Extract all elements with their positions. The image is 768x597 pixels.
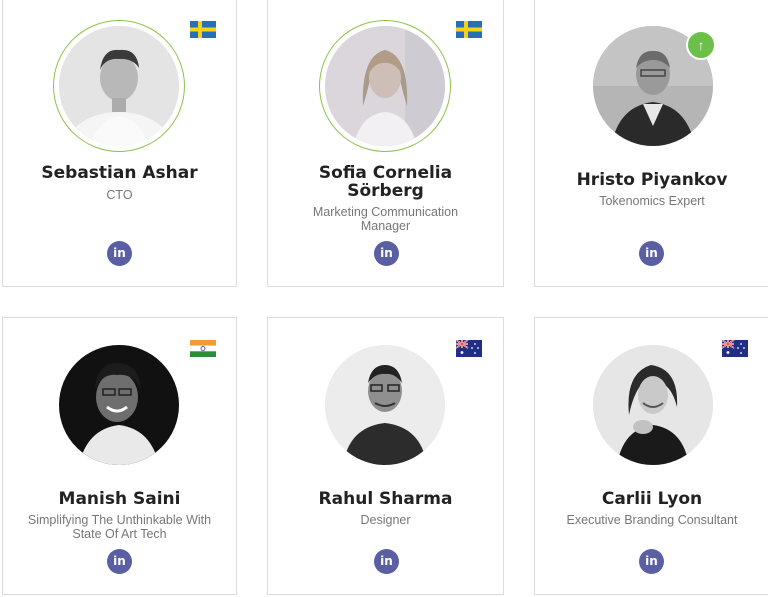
member-name: Sofia Cornelia Sörberg	[318, 163, 453, 201]
team-card: ↑ Hristo Piyankov Tokenomics Expert in	[534, 0, 768, 287]
member-role: Executive Branding Consultant	[566, 513, 738, 527]
sweden-flag-icon	[190, 21, 216, 38]
up-arrow-icon[interactable]: ↑	[686, 30, 716, 60]
team-card: Sebastian Ashar CTO in	[2, 0, 237, 287]
avatar	[59, 345, 179, 465]
linkedin-icon[interactable]: in	[374, 549, 399, 574]
member-name: Manish Saini	[58, 489, 181, 509]
member-role: Simplifying The Unthinkable With State O…	[27, 513, 212, 541]
member-name: Sebastian Ashar	[41, 163, 198, 183]
member-name: Rahul Sharma	[318, 489, 453, 509]
member-name: Hristo Piyankov	[576, 170, 728, 190]
india-flag-icon	[190, 340, 216, 357]
avatar	[593, 345, 713, 465]
member-role: Tokenomics Expert	[599, 194, 705, 208]
team-card: Sofia Cornelia Sörberg Marketing Communi…	[267, 0, 504, 287]
sweden-flag-icon	[456, 21, 482, 38]
member-role: Marketing Communication Manager	[312, 205, 459, 233]
linkedin-icon[interactable]: in	[639, 549, 664, 574]
avatar	[325, 345, 445, 465]
australia-flag-icon	[722, 340, 748, 357]
member-role: Designer	[360, 513, 411, 527]
linkedin-icon[interactable]: in	[107, 549, 132, 574]
member-name: Carlii Lyon	[601, 489, 703, 509]
australia-flag-icon	[456, 340, 482, 357]
team-card: Rahul Sharma Designer in	[267, 317, 504, 595]
linkedin-icon[interactable]: in	[374, 241, 399, 266]
linkedin-icon[interactable]: in	[639, 241, 664, 266]
avatar	[325, 26, 445, 146]
linkedin-icon[interactable]: in	[107, 241, 132, 266]
team-card: Manish Saini Simplifying The Unthinkable…	[2, 317, 237, 595]
member-role: CTO	[106, 188, 133, 202]
team-card: Carlii Lyon Executive Branding Consultan…	[534, 317, 768, 595]
avatar	[59, 26, 179, 146]
